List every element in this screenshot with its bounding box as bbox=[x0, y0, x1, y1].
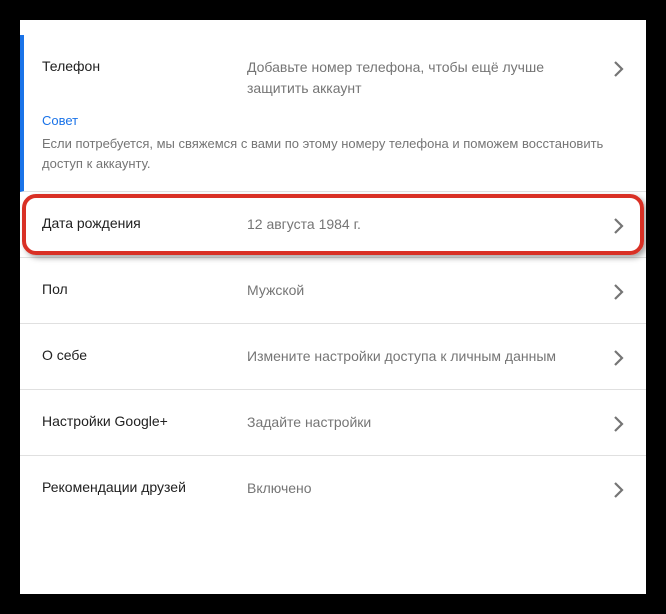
chevron-right-icon bbox=[614, 416, 624, 437]
setting-row-about[interactable]: О себе Измените настройки доступа к личн… bbox=[20, 324, 646, 390]
gplus-value: Задайте настройки bbox=[247, 412, 618, 433]
gplus-label: Настройки Google+ bbox=[42, 412, 247, 432]
gender-value: Мужской bbox=[247, 280, 618, 301]
birthday-label: Дата рождения bbox=[42, 214, 247, 234]
setting-row-birthday[interactable]: Дата рождения 12 августа 1984 г. bbox=[20, 192, 646, 258]
chevron-right-icon bbox=[614, 350, 624, 371]
chevron-right-icon bbox=[614, 218, 624, 239]
recommendations-value: Включено bbox=[247, 478, 618, 499]
tip-label: Совет bbox=[42, 113, 618, 128]
phone-label: Телефон bbox=[42, 57, 247, 77]
settings-panel: Телефон Добавьте номер телефона, чтобы е… bbox=[20, 20, 646, 594]
about-label: О себе bbox=[42, 346, 247, 366]
setting-row-recommendations[interactable]: Рекомендации друзей Включено bbox=[20, 456, 646, 521]
setting-row-gender[interactable]: Пол Мужской bbox=[20, 258, 646, 324]
chevron-right-icon bbox=[614, 284, 624, 305]
chevron-right-icon bbox=[614, 482, 624, 503]
birthday-value: 12 августа 1984 г. bbox=[247, 214, 618, 235]
chevron-right-icon bbox=[614, 61, 624, 82]
about-value: Измените настройки доступа к личным данн… bbox=[247, 346, 618, 367]
setting-row-gplus[interactable]: Настройки Google+ Задайте настройки bbox=[20, 390, 646, 456]
phone-row-top: Телефон Добавьте номер телефона, чтобы е… bbox=[42, 57, 618, 99]
tip-text: Если потребуется, мы свяжемся с вами по … bbox=[42, 134, 618, 173]
phone-value: Добавьте номер телефона, чтобы ещё лучше… bbox=[247, 57, 618, 99]
settings-list: Телефон Добавьте номер телефона, чтобы е… bbox=[20, 35, 646, 521]
recommendations-label: Рекомендации друзей bbox=[42, 478, 247, 498]
gender-label: Пол bbox=[42, 280, 247, 300]
setting-row-phone[interactable]: Телефон Добавьте номер телефона, чтобы е… bbox=[20, 35, 646, 192]
